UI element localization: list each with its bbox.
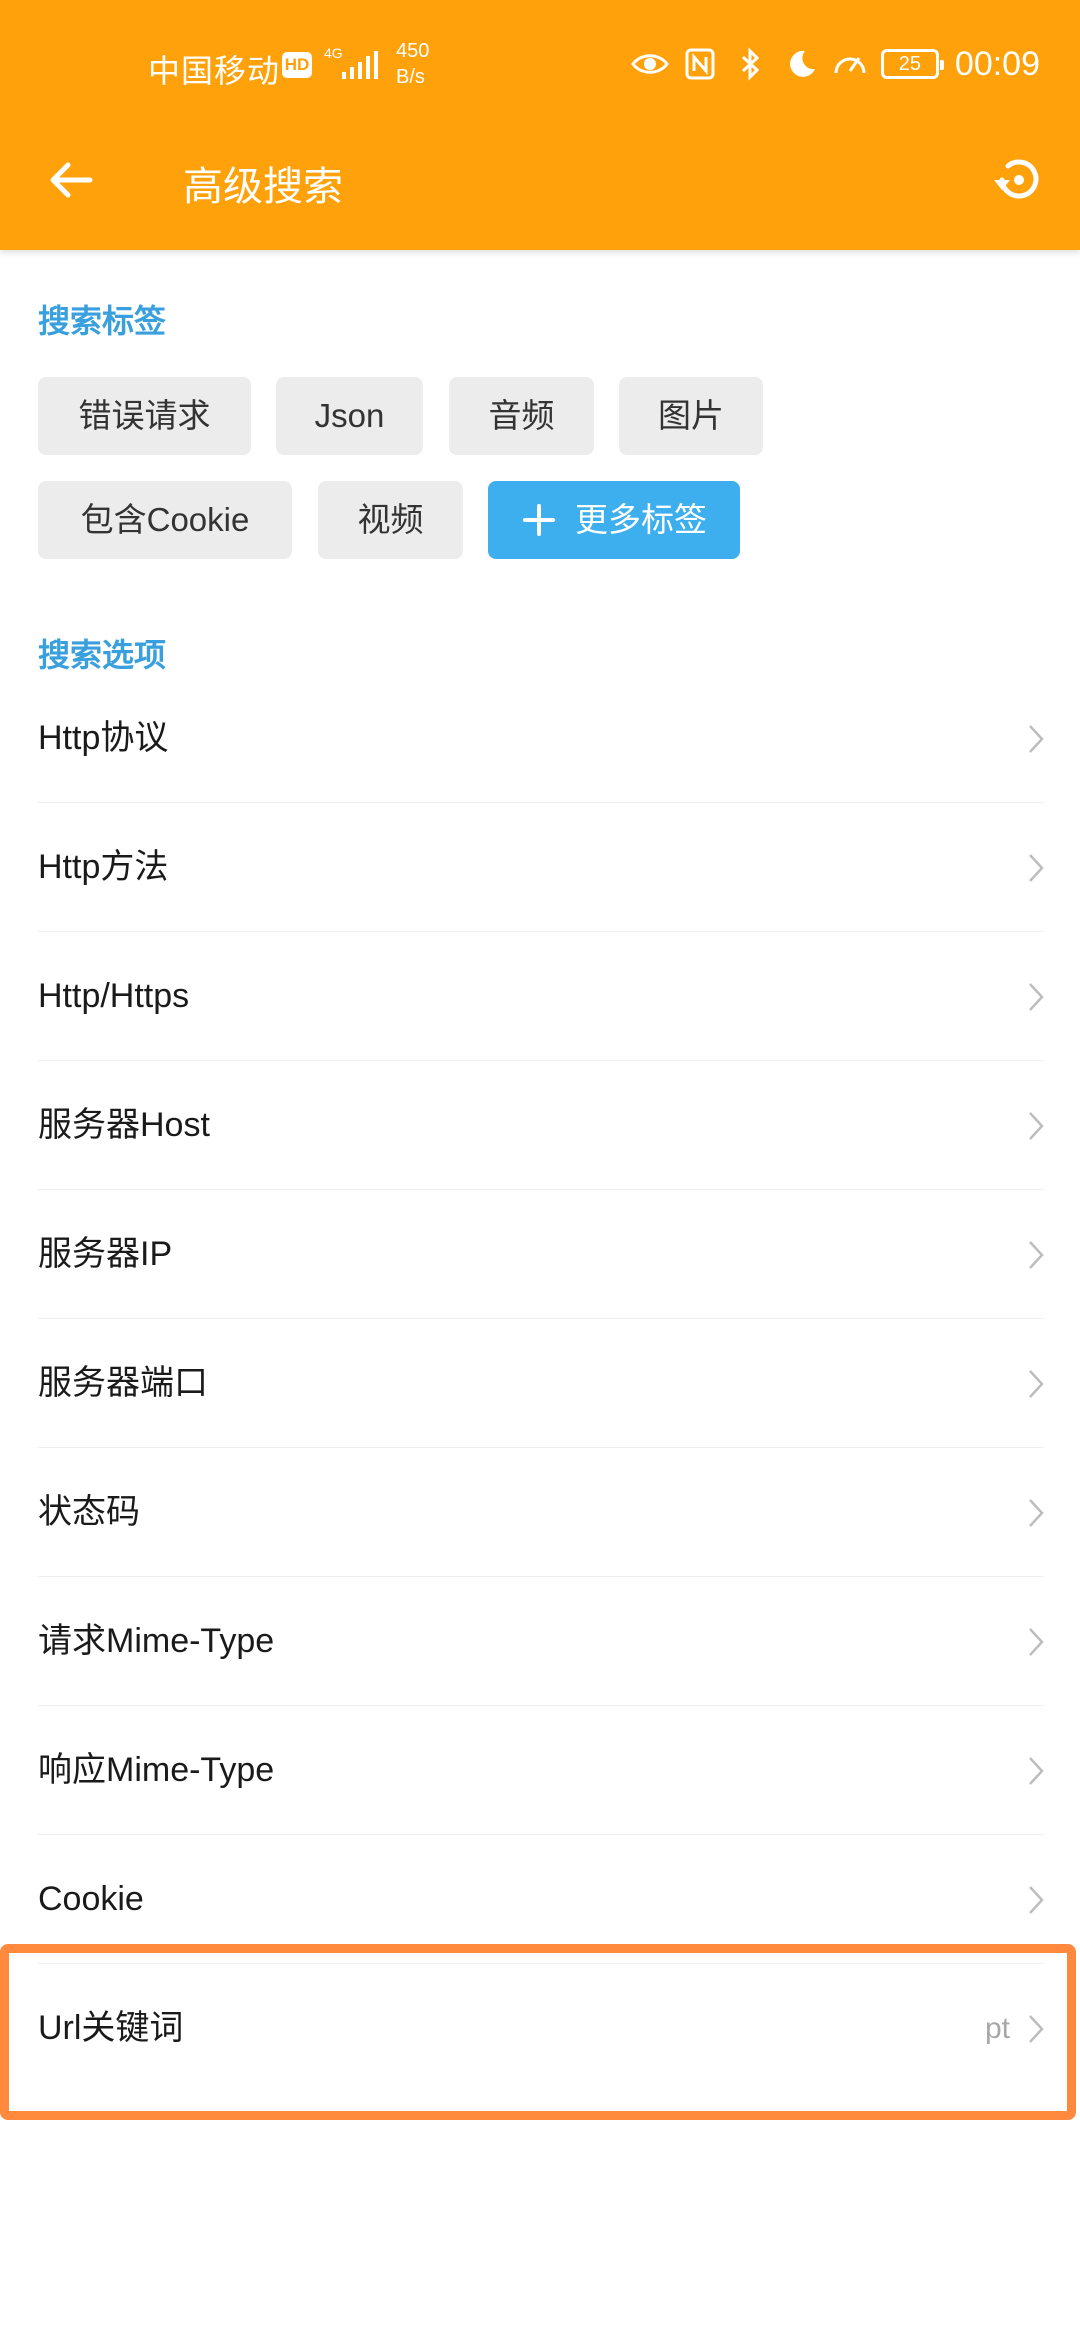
reset-button[interactable] xyxy=(978,140,1058,220)
status-bar: 中国移动 HD 4G 450 B/s 25 00:09 xyxy=(0,30,1080,110)
app-bar: 中国移动 HD 4G 450 B/s 25 00:09 高级搜索 xyxy=(0,0,1080,250)
network-speed: 450 B/s xyxy=(396,38,429,90)
nfc-icon xyxy=(685,48,715,80)
speed-value: 450 xyxy=(396,40,430,62)
chevron-right-icon xyxy=(1029,983,1044,1011)
option-server-host[interactable]: 服务器Host xyxy=(38,1061,1044,1190)
tag-json[interactable]: Json xyxy=(276,377,423,455)
speedometer-icon xyxy=(834,57,866,74)
option-label: 状态码 xyxy=(38,1493,140,1531)
speed-unit: B/s xyxy=(396,66,425,88)
option-label: Http协议 xyxy=(38,719,169,757)
tag-image[interactable]: 图片 xyxy=(619,377,763,455)
option-server-port[interactable]: 服务器端口 xyxy=(38,1319,1044,1448)
option-value: pt xyxy=(984,2012,1010,2045)
chevron-right-icon xyxy=(1029,2015,1044,2043)
option-label: 服务器Host xyxy=(38,1106,210,1144)
hd-badge: HD xyxy=(282,52,312,78)
battery-icon: 25 xyxy=(880,49,944,79)
option-status-code[interactable]: 状态码 xyxy=(38,1448,1044,1577)
signal-icon xyxy=(342,51,378,79)
arrow-left-icon xyxy=(50,162,93,198)
tag-audio[interactable]: 音频 xyxy=(449,377,594,455)
carrier-name: 中国移动 xyxy=(148,53,281,89)
tag-has-cookie[interactable]: 包含Cookie xyxy=(38,481,292,559)
option-response-mime-type[interactable]: 响应Mime-Type xyxy=(38,1706,1044,1835)
option-cookie[interactable]: Cookie xyxy=(38,1835,1044,1964)
option-server-ip[interactable]: 服务器IP xyxy=(38,1190,1044,1319)
chevron-right-icon xyxy=(1029,1499,1044,1527)
option-request-mime-type[interactable]: 请求Mime-Type xyxy=(38,1577,1044,1706)
plus-icon xyxy=(523,504,555,536)
search-options-header: 搜索选项 xyxy=(38,637,167,673)
option-label: 服务器IP xyxy=(38,1235,173,1273)
clock: 00:09 xyxy=(954,44,1040,83)
page-title: 高级搜索 xyxy=(183,165,343,209)
tag-video[interactable]: 视频 xyxy=(318,481,463,559)
option-label: Http/Https xyxy=(38,977,190,1015)
option-http-protocol[interactable]: Http协议 xyxy=(38,674,1044,803)
search-tags-header: 搜索标签 xyxy=(38,303,167,339)
option-label: 响应Mime-Type xyxy=(38,1751,275,1789)
chevron-right-icon xyxy=(1029,725,1044,753)
more-tags-label: 更多标签 xyxy=(575,501,707,538)
option-label: 服务器端口 xyxy=(38,1364,208,1402)
bluetooth-icon xyxy=(741,47,760,81)
chevron-right-icon xyxy=(1029,1886,1044,1914)
option-label: Url关键词 xyxy=(38,2009,184,2047)
option-label: Cookie xyxy=(38,1880,144,1918)
back-button[interactable] xyxy=(36,145,106,215)
status-icons: 25 00:09 xyxy=(631,42,1040,86)
option-url-keyword[interactable]: Url关键词 pt xyxy=(38,1964,1044,2093)
chevron-right-icon xyxy=(1029,1757,1044,1785)
chevron-right-icon xyxy=(1029,1241,1044,1269)
chevron-right-icon xyxy=(1029,854,1044,882)
chevron-right-icon xyxy=(1029,1112,1044,1140)
chevron-right-icon xyxy=(1029,1628,1044,1656)
option-http-https[interactable]: Http/Https xyxy=(38,932,1044,1061)
option-label: 请求Mime-Type xyxy=(38,1622,275,1660)
option-label: Http方法 xyxy=(38,848,169,886)
chevron-right-icon xyxy=(1029,1370,1044,1398)
tag-error-request[interactable]: 错误请求 xyxy=(38,377,251,455)
moon-icon xyxy=(789,50,815,77)
more-tags-button[interactable]: 更多标签 xyxy=(488,481,740,559)
eye-icon xyxy=(631,54,669,74)
option-http-method[interactable]: Http方法 xyxy=(38,803,1044,932)
history-reset-icon xyxy=(994,159,1039,199)
